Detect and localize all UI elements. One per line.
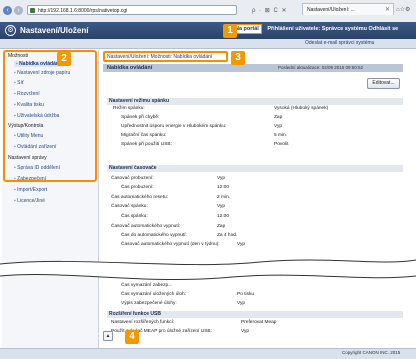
row-value: Zap	[217, 224, 226, 229]
sidebar-item-import-export[interactable]: Import/Export	[14, 187, 47, 193]
address-bar[interactable]: http://192.168.1.6:8000/rps/nativetop.cg…	[27, 5, 237, 15]
callout-badge: 4	[125, 330, 139, 344]
row-label: Nastavení rozšířených funkcí:	[111, 320, 175, 325]
browser-tab[interactable]: Nastavení/Uložení: ...	[302, 3, 394, 15]
row-value: Vyp	[217, 204, 226, 209]
row-label: Časovač spánku:	[111, 204, 148, 209]
login-status[interactable]: Přihlášení uživatele: Správce systému Od…	[267, 26, 398, 32]
page-title: Nabídka ovládání	[107, 65, 153, 71]
row-label: Čas automatického resetu:	[111, 195, 169, 200]
row-value: Vyp	[237, 242, 246, 247]
address-controls[interactable]: ρ · ⊠ C ✕	[252, 7, 287, 14]
sidebar-highlight	[3, 50, 97, 182]
row-label: Čas do automatického vypnutí:	[121, 233, 187, 238]
row-value: Vyp	[237, 301, 246, 306]
edit-button[interactable]: Editovat...	[367, 78, 400, 89]
row-value: Zap	[274, 115, 283, 120]
row-value: Po tisku	[237, 292, 255, 297]
row-label: Čas vymazání uložených úloh:	[121, 292, 187, 297]
callout-badge: 3	[231, 51, 245, 65]
row-value: 12:00	[217, 185, 230, 190]
back-arrow-icon[interactable]: ‹	[3, 6, 12, 15]
row-value: Vysoká (Hluboký spánek)	[274, 106, 329, 111]
row-label: Spánek při chybě:	[121, 115, 160, 120]
page-heading: Nastavení/Uložení	[20, 26, 89, 35]
close-tab-icon[interactable]: ✕	[385, 6, 390, 13]
row-value: Vyp	[274, 124, 283, 129]
site-icon	[30, 8, 35, 13]
row-label: Čas spánku:	[121, 214, 148, 219]
row-value: Vyp	[241, 329, 250, 334]
window-controls-icon[interactable]: ⌂☆⚙	[396, 6, 410, 13]
row-label: Upřednostnit úsporu energie v Hlubokém s…	[121, 124, 227, 129]
section-usb-header: Rozšíření funkce USB	[107, 311, 403, 318]
scroll-to-top-button[interactable]: ▲	[103, 331, 113, 341]
row-label: Migrační čas spánku:	[121, 133, 167, 138]
row-label: Režim spánku:	[113, 106, 145, 111]
page-break-graphic	[0, 259, 416, 281]
header-links: Na portál Přihlášení uživatele: Správce …	[232, 24, 398, 34]
row-value: Za 4 hod.	[217, 233, 238, 238]
row-label: Časovač probuzení:	[111, 176, 154, 181]
forward-arrow-icon[interactable]: ›	[14, 6, 23, 15]
row-value: Preferovat Meap	[241, 320, 277, 325]
row-label: Časovač automatického vypnutí (den v týd…	[121, 242, 220, 247]
row-label: Výpis zabezpečené úlohy:	[121, 301, 177, 306]
email-admin-link[interactable]: Odeslat e-mail správci systému	[305, 40, 374, 46]
row-value: 2 min.	[217, 195, 231, 200]
row-label: Časovač automatického vypnutí:	[111, 224, 181, 229]
row-value: Vyp	[217, 176, 226, 181]
copyright-text: Copyright CANON INC. 2015	[342, 350, 401, 355]
callout-badge: 1	[223, 24, 237, 38]
row-label: Spánek při použití USB:	[121, 142, 172, 147]
row-value: Povolit	[274, 142, 289, 147]
callout-badge: 2	[57, 52, 71, 66]
section-timer-header: Nastavení časovače	[107, 165, 403, 172]
row-value: 12:00	[217, 214, 230, 219]
row-label: Čas probuzení:	[121, 185, 154, 190]
row-value: 5 min.	[274, 133, 288, 138]
sidebar-item-license[interactable]: Licence/Jiné	[14, 198, 45, 204]
breadcrumb: Nastavení/Uložení: Možnosti: Nabídka ovl…	[107, 54, 213, 60]
row-label: Čas vymazání zabezp...	[121, 283, 173, 288]
settings-logo-icon: ⚙	[5, 25, 16, 36]
last-update-text: Poslední aktualizace: 02/09 2015 09:50:5…	[278, 65, 364, 70]
section-sleep-header: Nastavení režimu spánku	[107, 98, 403, 105]
